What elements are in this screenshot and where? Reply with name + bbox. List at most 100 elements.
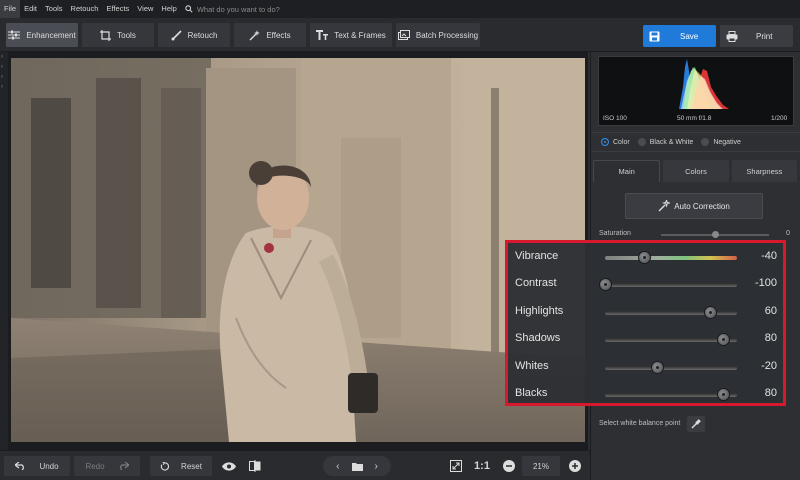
text-icon (316, 30, 329, 40)
magic-wand-icon (658, 200, 671, 212)
compare-icon (249, 460, 261, 472)
slider-row-whites: Whites -20 (508, 357, 783, 377)
tab-main[interactable]: Main (593, 160, 661, 182)
slider-row-vibrance: Vibrance -40 (508, 247, 783, 267)
expand-icon (450, 460, 462, 472)
chevron-right-icon[interactable]: › (375, 461, 378, 472)
highlighted-sliders: Vibrance -40 Contrast -100 Highlights 60… (505, 240, 786, 406)
color-mode-selector: Color Black & White Negative (591, 132, 800, 152)
folder-icon[interactable] (351, 462, 363, 471)
tab-colors[interactable]: Colors (663, 160, 729, 182)
tab-text-frames[interactable]: Text & Frames (310, 23, 392, 47)
tab-enhancement-label: Enhancement (26, 30, 76, 40)
chevron-left-icon[interactable]: ‹ (336, 461, 339, 472)
slider-row-highlights: Highlights 60 (508, 302, 783, 322)
color-mode-negative-label: Negative (713, 138, 741, 146)
highlights-slider-handle[interactable] (704, 306, 718, 319)
undo-button[interactable]: Undo (4, 456, 70, 476)
preview-button[interactable] (218, 456, 240, 476)
printer-icon (726, 30, 738, 42)
plus-circle-icon (569, 460, 581, 472)
tab-text-frames-label: Text & Frames (334, 30, 386, 40)
tab-batch-processing[interactable]: Batch Processing (396, 23, 480, 47)
undo-label: Undo (39, 461, 59, 471)
image-canvas[interactable] (8, 52, 588, 450)
tab-retouch-label: Retouch (187, 30, 218, 40)
blacks-slider-handle[interactable] (717, 388, 731, 401)
menu-view[interactable]: View (133, 0, 157, 18)
tab-enhancement[interactable]: Enhancement (6, 23, 78, 47)
sliders-icon (8, 30, 21, 40)
highlights-slider[interactable] (605, 311, 737, 315)
menu-help[interactable]: Help (157, 0, 180, 18)
compare-button[interactable] (244, 456, 266, 476)
tab-effects[interactable]: Effects (234, 23, 306, 47)
shadows-slider-handle[interactable] (717, 333, 731, 346)
vibrance-slider-handle[interactable] (638, 251, 652, 264)
color-mode-negative[interactable]: Negative (701, 138, 741, 146)
redo-button[interactable]: Redo (74, 456, 140, 476)
left-collapse-strip[interactable]: › › › › (0, 52, 8, 452)
undo-icon (15, 462, 25, 470)
menu-file[interactable]: File (0, 0, 21, 18)
menu-effects[interactable]: Effects (102, 0, 133, 18)
histogram-lens: 50 mm f/1.8 (677, 115, 712, 122)
auto-correction-button[interactable]: Auto Correction (625, 193, 763, 219)
menu-tools[interactable]: Tools (41, 0, 67, 18)
photo (11, 58, 585, 442)
reset-button[interactable]: Reset (150, 456, 212, 476)
histogram-iso: ISO 100 (603, 115, 627, 122)
slider-row-shadows: Shadows 80 (508, 329, 783, 349)
menu-retouch[interactable]: Retouch (67, 0, 103, 18)
color-mode-black-white-label: Black & White (649, 138, 694, 146)
search-icon (185, 5, 193, 13)
white-balance-picker-button[interactable] (687, 416, 705, 432)
bottom-bar: Undo Redo Reset ‹ › 1:1 21% (0, 450, 590, 480)
menu-search[interactable]: What do you want to do? (185, 5, 280, 14)
white-balance-label: Select white balance point (599, 420, 681, 427)
chevron-right-icon: › (1, 84, 3, 90)
highlights-label: Highlights (515, 305, 564, 317)
tab-effects-label: Effects (266, 30, 291, 40)
tab-sharpness[interactable]: Sharpness (731, 160, 797, 182)
print-label: Print (756, 31, 773, 41)
shadows-value: 80 (764, 332, 777, 344)
vibrance-label: Vibrance (515, 250, 559, 262)
whites-value: -20 (761, 360, 777, 372)
tab-tools[interactable]: Tools (82, 23, 154, 47)
reset-icon (160, 461, 170, 471)
vibrance-slider[interactable] (605, 256, 737, 260)
color-mode-color[interactable]: Color (601, 138, 630, 146)
radio-icon (701, 138, 710, 146)
histogram-shutter: 1/200 (771, 115, 788, 122)
fit-screen-button[interactable] (446, 456, 466, 476)
whites-label: Whites (515, 360, 549, 372)
contrast-label: Contrast (515, 277, 557, 289)
blacks-label: Blacks (515, 387, 548, 399)
print-button[interactable]: Print (720, 25, 793, 47)
whites-slider-handle[interactable] (651, 361, 665, 374)
saturation-label: Saturation (599, 230, 631, 237)
color-mode-black-white[interactable]: Black & White (637, 138, 694, 146)
zoom-percent-field[interactable]: 21% (522, 456, 560, 476)
redo-label: Redo (85, 461, 105, 471)
zoom-in-button[interactable] (566, 456, 584, 476)
panel-tabs: Main Colors Sharpness (593, 160, 797, 182)
tab-retouch[interactable]: Retouch (158, 23, 230, 47)
radio-icon (601, 138, 609, 146)
saturation-value: 0 (786, 230, 790, 237)
contrast-slider-handle[interactable] (598, 278, 612, 291)
menu-edit[interactable]: Edit (20, 0, 41, 18)
saturation-slider-handle[interactable] (711, 231, 719, 238)
reset-label: Reset (181, 461, 202, 471)
chevron-right-icon: › (1, 64, 3, 70)
brush-icon (171, 29, 182, 40)
tab-batch-processing-label: Batch Processing (415, 30, 479, 40)
contrast-slider[interactable] (605, 283, 737, 287)
whites-slider[interactable] (605, 366, 737, 370)
zoom-out-button[interactable] (500, 456, 518, 476)
zoom-actual-button[interactable]: 1:1 (470, 456, 494, 476)
radio-icon (637, 138, 646, 146)
save-label: Save (680, 31, 699, 41)
save-button[interactable]: Save (643, 25, 716, 47)
